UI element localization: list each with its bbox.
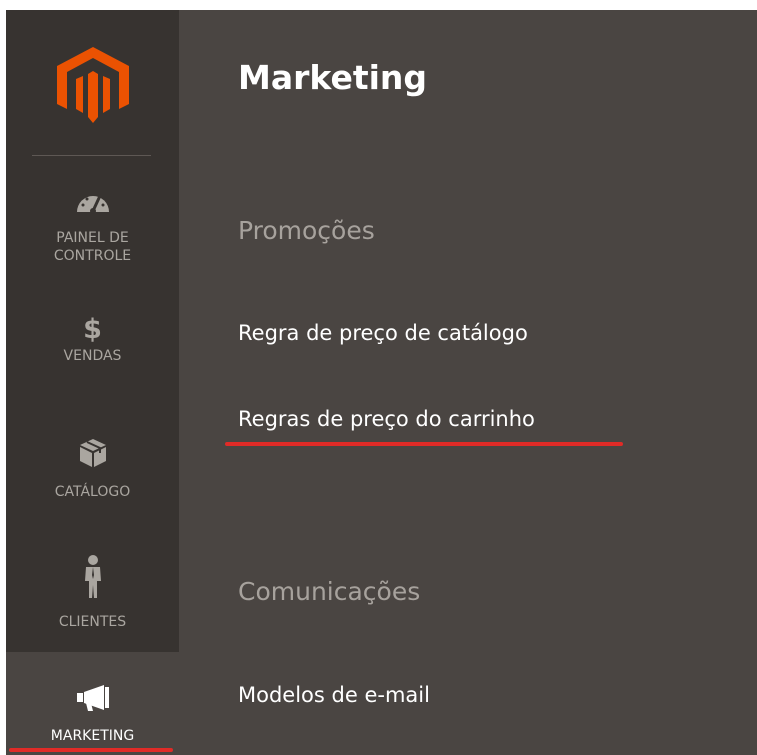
nav-item-marketing[interactable]: MARKETING xyxy=(6,652,179,755)
marketing-highlight-underline xyxy=(9,748,173,752)
dollar-icon: $ xyxy=(83,314,102,345)
nav-label-catalog: CATÁLOGO xyxy=(54,484,131,500)
admin-sidebar: PAINEL DE CONTROLE $ VENDAS CATÁLOGO CLI… xyxy=(6,10,179,755)
nav-label-customers: CLIENTES xyxy=(58,614,127,630)
magento-logo-icon[interactable] xyxy=(57,47,129,123)
logo-divider xyxy=(32,155,151,156)
nav-item-customers[interactable]: CLIENTES xyxy=(6,555,179,631)
megaphone-icon xyxy=(76,685,110,711)
nav-label-marketing: MARKETING xyxy=(50,728,135,744)
cart-rules-highlight-underline xyxy=(225,442,623,446)
person-icon xyxy=(84,555,102,599)
nav-item-dashboard[interactable]: PAINEL DE CONTROLE xyxy=(6,188,179,265)
link-cart-price-rules[interactable]: Regras de preço do carrinho xyxy=(238,405,535,433)
nav-label-sales: VENDAS xyxy=(63,348,122,364)
flyout-title: Marketing xyxy=(238,58,428,97)
link-catalog-price-rule[interactable]: Regra de preço de catálogo xyxy=(238,319,528,347)
nav-item-sales[interactable]: $ VENDAS xyxy=(6,315,179,365)
dashboard-gauge-icon xyxy=(75,188,111,216)
link-email-templates[interactable]: Modelos de e-mail xyxy=(238,681,430,709)
nav-item-catalog[interactable]: CATÁLOGO xyxy=(6,438,179,501)
section-title-communications: Comunicações xyxy=(238,577,421,606)
nav-label-dashboard: PAINEL DE CONTROLE xyxy=(53,230,132,264)
section-title-promotions: Promoções xyxy=(238,216,375,245)
box-icon xyxy=(79,438,107,468)
admin-frame: PAINEL DE CONTROLE $ VENDAS CATÁLOGO CLI… xyxy=(6,10,757,755)
